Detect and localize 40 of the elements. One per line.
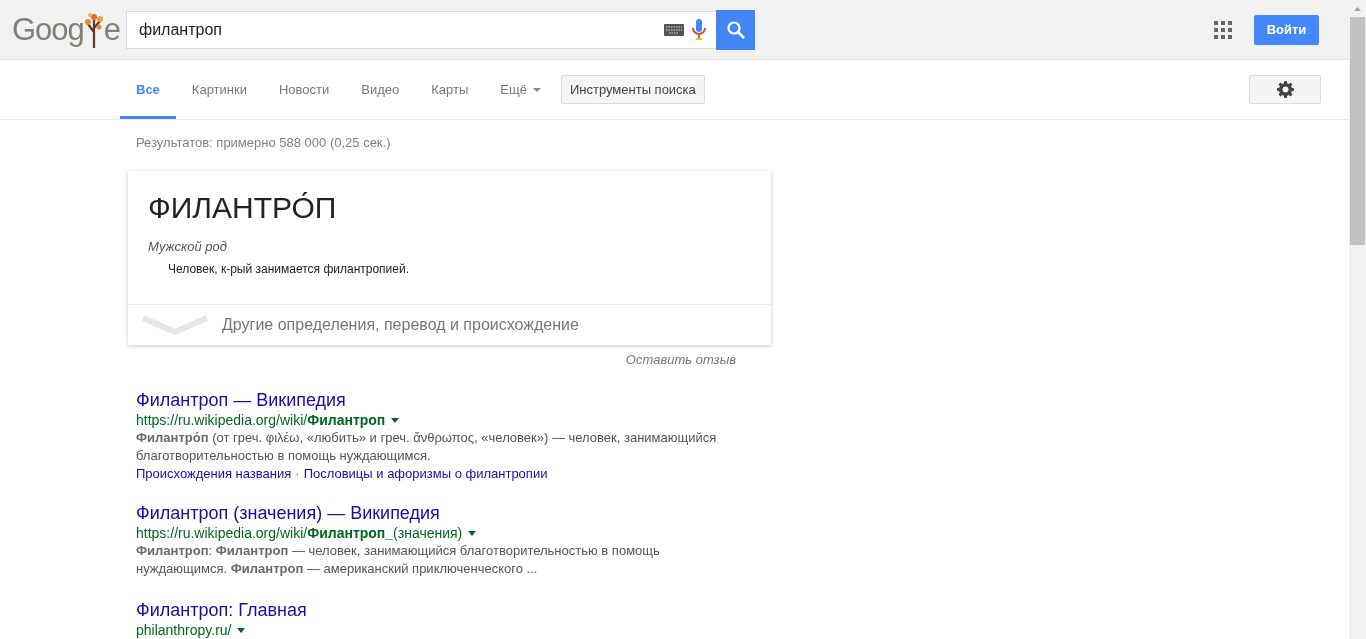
- sitelink[interactable]: Происхождения названия: [136, 466, 292, 481]
- caret-icon[interactable]: [391, 417, 400, 423]
- tree-icon: [83, 11, 104, 48]
- search-field[interactable]: филантроп: [137, 19, 664, 40]
- result-stats: Результатов: примерно 588 000 (0,25 сек.): [136, 134, 392, 152]
- search-box[interactable]: филантроп: [126, 10, 716, 49]
- result-url: https://ru.wikipedia.org/wiki/Филантроп: [136, 412, 386, 428]
- search-tools-button[interactable]: Инструменты поиска: [560, 75, 705, 104]
- sign-in-button[interactable]: Войти: [1254, 14, 1319, 45]
- word-definition: Человек, к-рый занимается филантропией.: [167, 262, 411, 276]
- settings-icon: [1276, 81, 1294, 98]
- caret-icon[interactable]: [468, 530, 477, 536]
- feedback-link[interactable]: Оставить отзыв: [625, 352, 736, 367]
- result-url: philanthropy.ru/: [136, 622, 232, 638]
- sitelink[interactable]: Пословицы и афоризмы о филантропии: [303, 466, 548, 481]
- settings-button[interactable]: [1249, 75, 1321, 104]
- dictionary-word: ФИЛАНТРО́П: [148, 191, 338, 225]
- search-tab[interactable]: Новости: [262, 63, 346, 119]
- microphone-icon[interactable]: [692, 18, 706, 41]
- search-icon: [726, 20, 745, 39]
- search-tab[interactable]: Ещё: [484, 63, 557, 119]
- more-definitions-link[interactable]: Другие определения, перевод и происхождение: [222, 316, 579, 334]
- apps-icon[interactable]: [1214, 20, 1232, 39]
- result-title-link[interactable]: Филантроп: Главная: [136, 600, 307, 621]
- separator-dot: ·: [295, 466, 300, 481]
- keyboard-icon[interactable]: [664, 23, 684, 36]
- result-snippet: Филантроп: Филантроп — человек, занимающийся благотворительностью в помощь нуждающимся. Филантроп — американский приключенческого ...: [136, 542, 661, 578]
- search-tab[interactable]: Картинки: [175, 63, 263, 119]
- search-button[interactable]: [716, 9, 755, 50]
- search-tab[interactable]: Карты: [415, 63, 485, 119]
- result-title-link[interactable]: Филантроп (значения) — Википедия: [136, 503, 440, 524]
- result-url: https://ru.wikipedia.org/wiki/Филантроп_(значения): [136, 525, 463, 541]
- search-tab[interactable]: Видео: [345, 63, 416, 119]
- result-title-link[interactable]: Филантроп — Википедия: [136, 390, 346, 411]
- google-logo[interactable]: Goog e: [0, 11, 126, 48]
- word-gender: Мужской род: [148, 239, 228, 254]
- caret-icon[interactable]: [237, 627, 246, 633]
- result-snippet: Филантро́п (от греч. φιλέω, «любить» и греч. ἄνθρωπος, «человек») — человек, занимающийся благотворительностью в помощь нуждающимся.: [136, 429, 718, 465]
- caret-icon: [532, 87, 541, 92]
- search-tab[interactable]: Все: [120, 63, 176, 119]
